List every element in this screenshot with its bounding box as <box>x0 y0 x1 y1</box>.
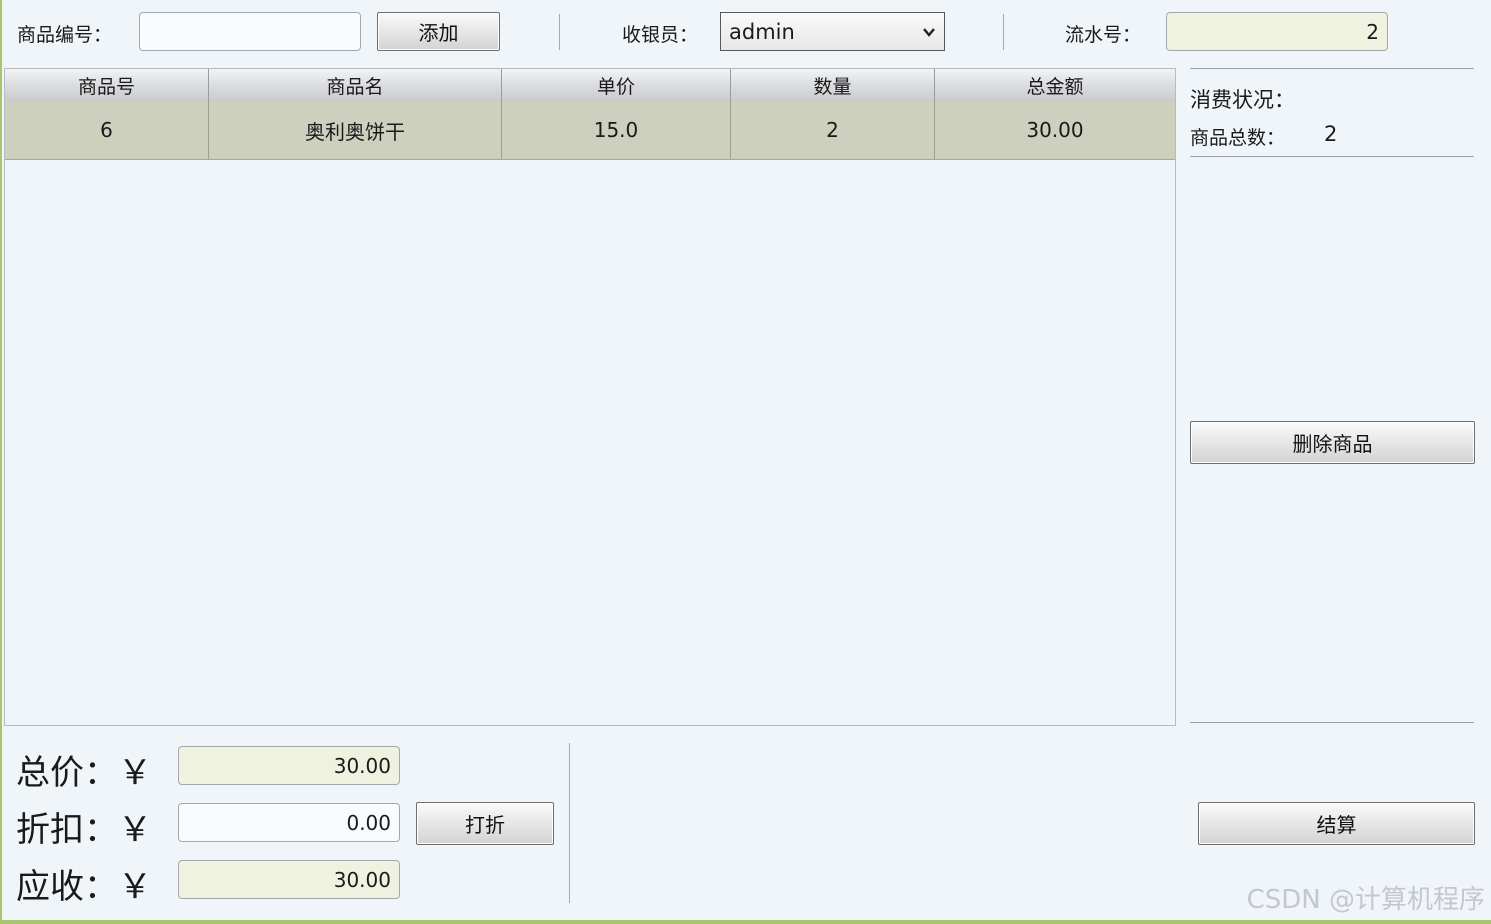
total-price-label: 总价：￥ <box>16 753 152 793</box>
total-price-field: 30.00 <box>178 746 400 785</box>
side-divider <box>1190 68 1474 69</box>
delete-product-button[interactable]: 删除商品 <box>1190 421 1475 464</box>
serial-label: 流水号： <box>1065 24 1142 46</box>
discount-button[interactable]: 打折 <box>416 802 554 845</box>
cell-quantity: 2 <box>731 101 935 159</box>
product-no-input[interactable] <box>139 12 361 51</box>
receivable-label: 应收：￥ <box>16 867 152 907</box>
side-divider <box>1190 156 1474 157</box>
cashier-select-value: admin <box>729 19 795 44</box>
pos-window: 商品编号： 添加 收银员： admin 流水号： 2 商品号 商品名 单价 数量… <box>2 0 1491 920</box>
summary-divider <box>569 743 570 903</box>
watermark: CSDN @计算机程序 <box>1246 885 1485 915</box>
add-button[interactable]: 添加 <box>377 12 500 51</box>
column-header-total-amount[interactable]: 总金额 <box>935 69 1175 101</box>
cashier-label: 收银员： <box>622 24 699 46</box>
column-header-quantity[interactable]: 数量 <box>731 69 935 101</box>
column-header-product-no[interactable]: 商品号 <box>5 69 209 101</box>
total-count-label: 商品总数： <box>1190 127 1286 149</box>
chevron-down-icon <box>923 28 935 37</box>
checkout-button[interactable]: 结算 <box>1198 802 1475 845</box>
cashier-select[interactable]: admin <box>720 12 945 51</box>
discount-label: 折扣：￥ <box>16 810 152 850</box>
cell-unit-price: 15.0 <box>502 101 731 159</box>
column-header-product-name[interactable]: 商品名 <box>209 69 502 101</box>
side-divider <box>1190 722 1474 723</box>
receivable-field: 30.00 <box>178 860 400 899</box>
toolbar-divider <box>559 14 560 50</box>
table-row[interactable]: 6 奥利奥饼干 15.0 2 30.00 <box>5 101 1175 160</box>
table-header: 商品号 商品名 单价 数量 总金额 <box>5 69 1175 101</box>
serial-field: 2 <box>1166 12 1388 51</box>
cart-table[interactable]: 商品号 商品名 单价 数量 总金额 6 奥利奥饼干 15.0 2 30.00 <box>4 68 1176 726</box>
consumption-status-label: 消费状况： <box>1190 88 1295 112</box>
discount-input[interactable]: 0.00 <box>178 803 400 842</box>
column-header-unit-price[interactable]: 单价 <box>502 69 731 101</box>
total-count-value: 2 <box>1324 122 1338 146</box>
cell-product-no: 6 <box>5 101 209 159</box>
product-no-label: 商品编号： <box>17 24 113 46</box>
toolbar-divider <box>1003 14 1004 50</box>
cell-total-amount: 30.00 <box>1026 118 1084 142</box>
cell-product-name: 奥利奥饼干 <box>209 101 502 159</box>
